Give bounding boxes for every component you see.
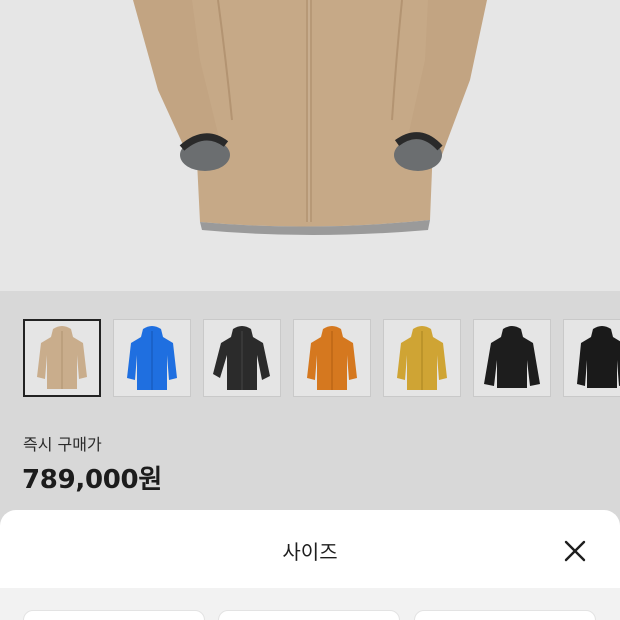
thumbnail-mustard-jacket[interactable] xyxy=(383,319,461,397)
close-icon xyxy=(564,540,586,562)
thumbnail-black-jacket-2[interactable] xyxy=(563,319,620,397)
jacket-image xyxy=(133,0,487,235)
thumbnail-orange-jacket[interactable] xyxy=(293,319,371,397)
size-option[interactable] xyxy=(23,610,205,620)
size-options-area xyxy=(0,588,620,620)
color-thumbnail-strip[interactable] xyxy=(0,291,620,416)
blue-jacket-icon xyxy=(127,326,177,390)
product-hero-image xyxy=(0,0,620,291)
thumbnail-black-jacket[interactable] xyxy=(473,319,551,397)
orange-jacket-icon xyxy=(307,326,357,390)
black-accent-jacket-icon xyxy=(213,326,270,390)
black-jacket-2-icon xyxy=(577,326,620,388)
close-button[interactable] xyxy=(561,537,589,565)
black-jacket-icon xyxy=(484,326,540,388)
sheet-title: 사이즈 xyxy=(282,540,338,564)
price-section: 즉시 구매가 789,000원 xyxy=(0,416,620,520)
mustard-jacket-icon xyxy=(397,326,447,390)
thumbnail-beige-jacket[interactable] xyxy=(23,319,101,397)
size-bottom-sheet: 사이즈 xyxy=(0,510,620,620)
instant-buy-price-label: 즉시 구매가 xyxy=(23,435,102,454)
thumbnail-black-accent-jacket[interactable] xyxy=(203,319,281,397)
size-option[interactable] xyxy=(414,610,596,620)
instant-buy-price-value: 789,000원 xyxy=(22,465,162,495)
thumbnail-blue-jacket[interactable] xyxy=(113,319,191,397)
size-option[interactable] xyxy=(218,610,400,620)
beige-jacket-icon xyxy=(37,326,87,389)
